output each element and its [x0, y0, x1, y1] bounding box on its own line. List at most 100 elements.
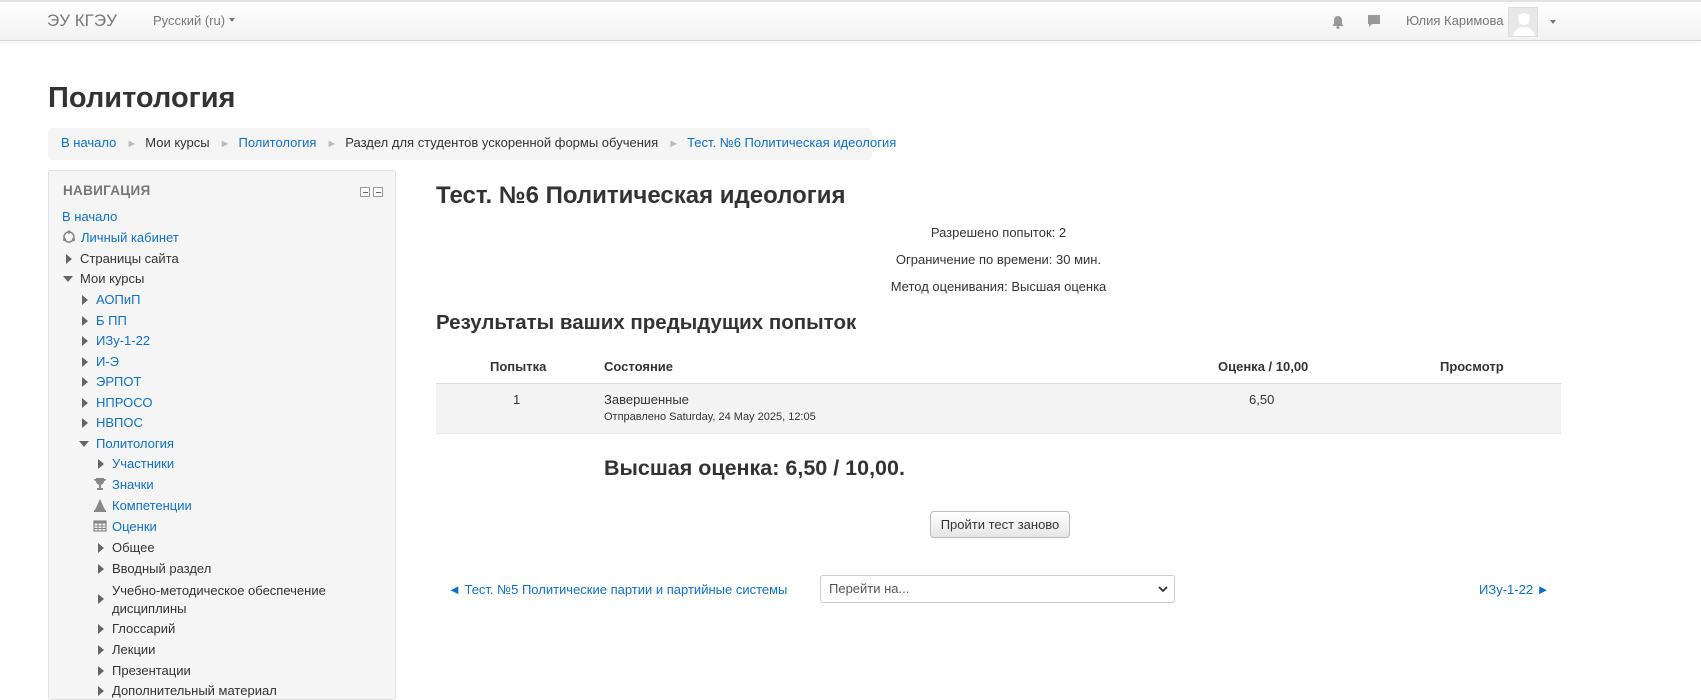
navigation-title: НАВИГАЦИЯ — [63, 183, 151, 198]
grading-method: Метод оценивания: Высшая оценка — [890, 279, 1107, 294]
dock-block-icon[interactable] — [373, 187, 383, 197]
nav-section-label: Глоссарий — [112, 621, 176, 636]
page-title: Политология — [48, 82, 236, 114]
breadcrumb: В начало ► Мои курсы ► Политология ► Раздел дл… — [48, 128, 896, 160]
expand-icon — [82, 357, 88, 367]
nav-section[interactable]: Лекции — [98, 642, 155, 657]
next-activity-link[interactable]: ИЗу-1-22 ► — [1479, 582, 1550, 597]
time-limit: Ограничение по времени: 30 мин. — [895, 252, 1102, 267]
nav-current-course[interactable]: Политология — [79, 436, 174, 451]
nav-section[interactable]: Учебно-методическое обеспечение дисциплин… — [98, 582, 326, 618]
navigation-block: НАВИГАЦИЯ В начало Личный кабинет Страни… — [48, 170, 396, 700]
breadcrumb-separator-icon: ► — [668, 138, 680, 150]
nav-site-pages[interactable]: Страницы сайта — [66, 251, 179, 266]
nav-course-item[interactable]: НВПОС — [82, 415, 143, 430]
breadcrumb-separator-icon: ► — [219, 138, 231, 150]
nav-section[interactable]: Вводный раздел — [98, 561, 211, 576]
nav-dashboard[interactable]: Личный кабинет — [62, 230, 179, 245]
nav-section-label-line: дисциплины — [112, 601, 187, 616]
nav-current-course-label: Политология — [96, 436, 174, 451]
quiz-title: Тест. №6 Политическая идеология — [436, 182, 846, 209]
chevron-down-icon — [1158, 586, 1168, 593]
nav-section-label: Учебно-методическое обеспечение дисциплин… — [112, 582, 326, 618]
jump-to-select[interactable]: Перейти на... — [820, 575, 1175, 603]
user-avatar-icon — [1513, 13, 1535, 36]
nav-my-courses-label: Мои курсы — [80, 271, 145, 286]
collapse-icon — [63, 276, 73, 282]
nav-badges[interactable]: Значки — [93, 477, 154, 492]
language-label: Русский (ru) — [153, 13, 226, 28]
nav-course-label: НВПОС — [96, 415, 143, 430]
top-navbar: ЭУ КГЭУ Русский (ru) Юлия Каримова — [0, 0, 1701, 41]
previous-activity-link[interactable]: ◄ Тест. №5 Политические партии и партийн… — [448, 582, 787, 597]
nav-section-label: Дополнительный материал — [112, 683, 277, 698]
bell-icon[interactable] — [1330, 14, 1346, 30]
breadcrumb-course[interactable]: Политология — [239, 135, 317, 150]
collapse-block-icon[interactable] — [360, 187, 370, 197]
grades-table-icon — [93, 520, 107, 532]
nav-course-item[interactable]: Б ПП — [82, 313, 127, 328]
nav-course-item[interactable]: АОПиП — [82, 292, 140, 307]
nav-course-label: ИЗу-1-22 — [96, 333, 151, 348]
language-menu[interactable]: Русский (ru) — [153, 13, 236, 28]
competencies-icon — [94, 499, 106, 512]
nav-participants[interactable]: Участники — [98, 456, 174, 471]
nav-course-item[interactable]: ИЗу-1-22 — [82, 333, 150, 348]
attempt-state: Завершенные — [604, 392, 689, 407]
breadcrumb-quiz[interactable]: Тест. №6 Политическая идеология — [687, 135, 896, 150]
retry-quiz-button[interactable]: Пройти тест заново — [930, 511, 1070, 538]
collapse-icon — [79, 441, 89, 447]
expand-icon — [82, 336, 88, 346]
expand-icon — [82, 295, 88, 305]
nav-course-label: И-Э — [96, 354, 120, 369]
nav-section[interactable]: Дополнительный материал — [98, 683, 277, 698]
expand-icon — [82, 398, 88, 408]
nav-grades[interactable]: Оценки — [93, 519, 157, 534]
nav-site-pages-label: Страницы сайта — [80, 251, 179, 266]
site-brand-link[interactable]: ЭУ КГЭУ — [47, 11, 117, 31]
nav-home[interactable]: В начало — [62, 209, 117, 224]
avatar[interactable] — [1508, 7, 1538, 37]
results-title: Результаты ваших предыдущих попыток — [436, 311, 857, 334]
nav-section[interactable]: Глоссарий — [98, 621, 175, 636]
nav-section-label: Общее — [112, 540, 155, 555]
expand-icon — [98, 564, 104, 574]
expand-icon — [98, 686, 104, 696]
breadcrumb-separator-icon: ► — [126, 138, 138, 150]
nav-competencies[interactable]: Компетенции — [93, 498, 192, 513]
breadcrumb-my-courses: Мои курсы — [145, 135, 210, 150]
breadcrumb-home[interactable]: В начало — [61, 135, 116, 150]
nav-course-item[interactable]: И-Э — [82, 354, 119, 369]
breadcrumb-separator-icon: ► — [326, 138, 338, 150]
user-menu-chevron-icon[interactable] — [1550, 20, 1556, 24]
expand-icon — [98, 543, 104, 553]
nav-section[interactable]: Общее — [98, 540, 155, 555]
table-row: 1 Завершенные Отправлено Saturday, 24 Ma… — [436, 384, 1561, 434]
nav-course-item[interactable]: НПРОСО — [82, 395, 152, 410]
chevron-down-icon — [229, 18, 236, 22]
nav-section[interactable]: Презентации — [98, 663, 191, 678]
header-attempt: Попытка — [490, 359, 547, 374]
expand-icon — [98, 594, 104, 604]
dashboard-icon — [62, 230, 76, 243]
expand-icon — [98, 459, 104, 469]
expand-icon — [98, 624, 104, 634]
nav-course-label: НПРОСО — [96, 395, 153, 410]
jump-to-selected-value: Перейти на... — [829, 581, 910, 596]
expand-icon — [98, 645, 104, 655]
attempt-submitted: Отправлено Saturday, 24 May 2025, 12:05 — [604, 411, 816, 423]
header-review: Просмотр — [1440, 359, 1504, 374]
nav-section-label: Презентации — [112, 663, 191, 678]
expand-icon — [82, 418, 88, 428]
user-name[interactable]: Юлия Каримова — [1406, 13, 1504, 28]
nav-course-label: АОПиП — [96, 292, 141, 307]
nav-badges-label: Значки — [112, 477, 154, 492]
breadcrumb-section: Раздел для студентов ускоренной формы об… — [345, 135, 659, 150]
expand-icon — [66, 254, 72, 264]
header-grade: Оценка / 10,00 — [1218, 359, 1309, 374]
nav-course-item[interactable]: ЭРПОТ — [82, 374, 141, 389]
nav-my-courses[interactable]: Мои курсы — [63, 271, 144, 286]
attempts-allowed: Разрешено попыток: 2 — [930, 225, 1067, 240]
nav-section-label: Лекции — [112, 642, 156, 657]
chat-icon[interactable] — [1366, 13, 1382, 29]
